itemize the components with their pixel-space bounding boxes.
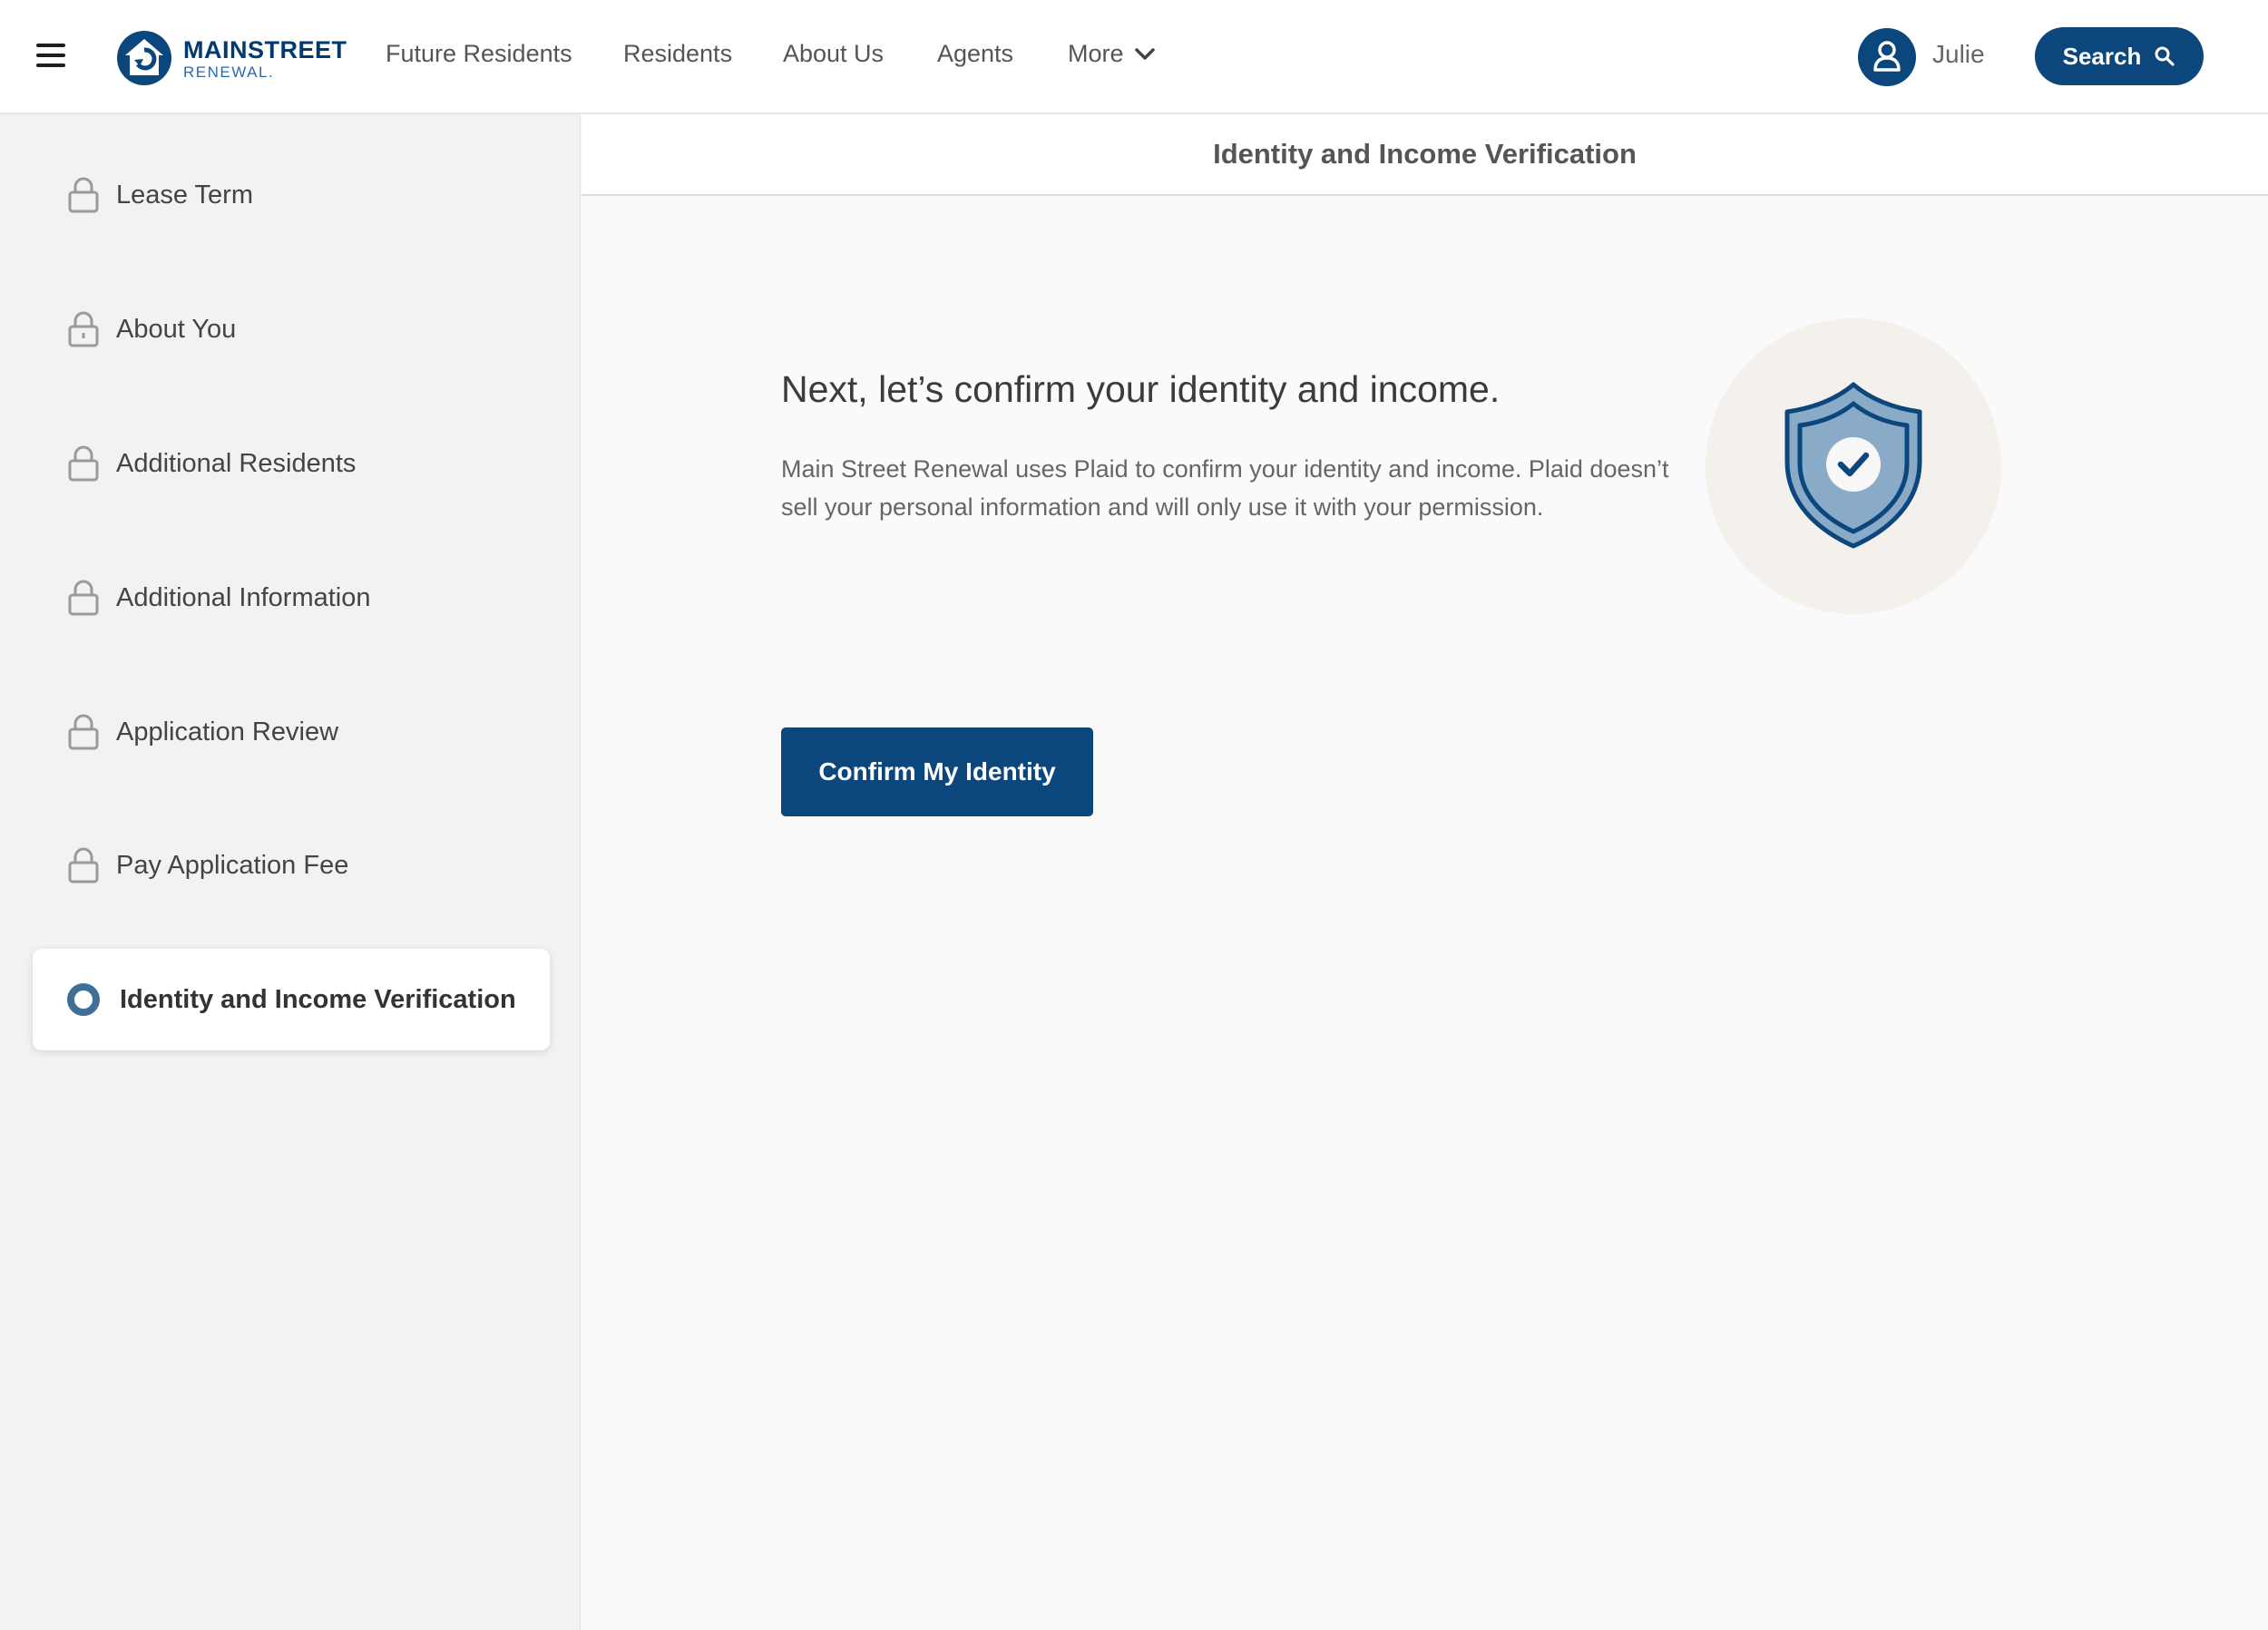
application-steps-sidebar: Lease Term About You Additional Resident… xyxy=(0,114,581,1630)
lock-icon xyxy=(68,714,99,750)
nav-residents[interactable]: Residents xyxy=(623,40,732,68)
step-additional-residents[interactable]: Additional Residents xyxy=(33,413,550,514)
menu-icon[interactable] xyxy=(36,44,65,69)
step-application-review[interactable]: Application Review xyxy=(33,681,550,783)
lock-icon xyxy=(68,580,99,616)
search-button[interactable]: Search xyxy=(2035,27,2204,85)
nav-future-residents[interactable]: Future Residents xyxy=(386,40,572,68)
section-header: Identity and Income Verification xyxy=(582,114,2268,196)
step-label: Lease Term xyxy=(116,180,253,210)
user-name[interactable]: Julie xyxy=(1932,40,1985,69)
top-navbar: MAINSTREET RENEWAL. Future Residents Res… xyxy=(0,0,2268,114)
lock-icon xyxy=(68,847,99,883)
step-label: About You xyxy=(116,314,237,344)
confirm-identity-button[interactable]: Confirm My Identity xyxy=(781,727,1093,816)
step-pay-application-fee[interactable]: Pay Application Fee xyxy=(33,815,550,916)
nav-more[interactable]: More xyxy=(1068,40,1155,68)
lock-icon xyxy=(68,177,99,213)
lock-icon xyxy=(68,311,99,347)
section-title: Identity and Income Verification xyxy=(1213,138,1637,170)
brand-logo[interactable]: MAINSTREET RENEWAL. xyxy=(116,27,347,87)
step-label: Pay Application Fee xyxy=(116,850,349,880)
step-label: Additional Information xyxy=(116,582,371,612)
step-label: Additional Residents xyxy=(116,448,357,478)
step-additional-information[interactable]: Additional Information xyxy=(33,547,550,649)
user-icon xyxy=(1873,41,1901,72)
nav-more-label: More xyxy=(1068,40,1124,67)
nav-about-us[interactable]: About Us xyxy=(783,40,884,68)
plaid-description: Main Street Renewal uses Plaid to confir… xyxy=(781,455,1669,521)
step-identity-verification[interactable]: Identity and Income Verification xyxy=(33,949,550,1050)
current-step-indicator xyxy=(67,983,100,1016)
house-logo-icon xyxy=(117,31,171,85)
shield-check-icon xyxy=(1706,318,2001,614)
main-content: Identity and Income Verification Next, l… xyxy=(582,114,2268,1630)
step-lease-term[interactable]: Lease Term xyxy=(33,144,550,246)
headline: Next, let’s confirm your identity and in… xyxy=(781,368,1501,410)
logo-subtext: RENEWAL. xyxy=(183,63,275,81)
chevron-down-icon xyxy=(1134,47,1155,60)
logo-wordmark: MAINSTREET xyxy=(183,36,347,63)
search-button-label: Search xyxy=(2062,42,2142,70)
step-about-you[interactable]: About You xyxy=(33,278,550,380)
lock-icon xyxy=(68,445,99,482)
search-icon xyxy=(2155,46,2175,66)
step-label: Identity and Income Verification xyxy=(120,984,516,1014)
user-avatar[interactable] xyxy=(1858,28,1916,86)
nav-agents[interactable]: Agents xyxy=(937,40,1013,68)
step-label: Application Review xyxy=(116,717,339,747)
